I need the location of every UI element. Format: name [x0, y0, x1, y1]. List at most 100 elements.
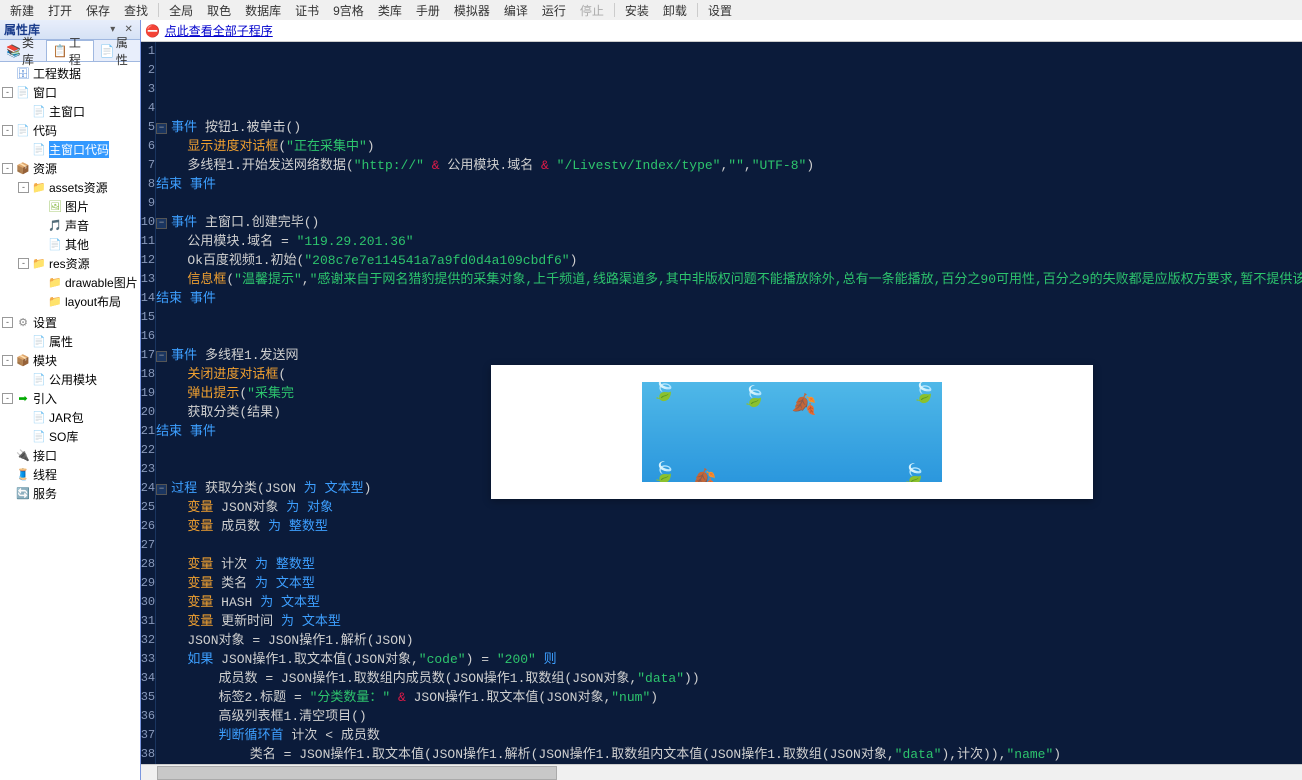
toolbar-item-查找[interactable]: 查找 — [118, 0, 154, 21]
tree-expander-icon[interactable]: - — [2, 355, 13, 366]
tree-expander-icon[interactable]: - — [2, 317, 13, 328]
line-number: 13 — [141, 270, 156, 289]
fold-icon[interactable]: − — [156, 218, 167, 229]
tree-icon: 📄 — [31, 411, 47, 425]
toolbar-item-新建[interactable]: 新建 — [4, 0, 40, 21]
tree-node-声音[interactable]: 🎵声音 — [2, 216, 138, 235]
tree-node-drawable图片[interactable]: 📁drawable图片 — [2, 273, 138, 292]
code-line[interactable] — [156, 308, 1302, 327]
code-line[interactable] — [156, 99, 1302, 118]
code-line[interactable]: 结束 事件 — [156, 289, 1302, 308]
code-line[interactable]: −事件 主窗口.创建完毕() — [156, 213, 1302, 232]
code-line[interactable]: 信息框("温馨提示","感谢来自于网名猎豹提供的采集对象,上千频道,线路渠道多,… — [156, 270, 1302, 289]
fold-icon[interactable]: − — [156, 123, 167, 134]
sidebar-tab-属性[interactable]: 📄属性 — [94, 40, 140, 61]
fold-icon[interactable]: − — [156, 351, 167, 362]
tree-node-图片[interactable]: 🖼图片 — [2, 197, 138, 216]
code-line[interactable]: −事件 按钮1.被单击() — [156, 118, 1302, 137]
tree-node-设置[interactable]: -⚙设置 — [2, 313, 138, 332]
toolbar-item-卸载[interactable]: 卸载 — [657, 0, 693, 21]
code-line[interactable]: 结束 事件 — [156, 175, 1302, 194]
code-line[interactable]: 公用模块.域名 = "119.29.201.36" — [156, 232, 1302, 251]
toolbar-item-设置[interactable]: 设置 — [702, 0, 738, 21]
line-number: 20 — [141, 403, 156, 422]
tree-node-窗口[interactable]: -📄窗口 — [2, 83, 138, 102]
code-line[interactable] — [156, 536, 1302, 555]
code-line[interactable] — [156, 42, 1302, 61]
sidebar-tab-类库[interactable]: 📚类库 — [0, 40, 46, 61]
code-line[interactable]: 变量 HASH 为 文本型 — [156, 593, 1302, 612]
code-line[interactable]: Ok百度视频1.初始("208c7e7e114541a7a9fd0d4a109c… — [156, 251, 1302, 270]
code-line[interactable]: 类名 = JSON操作1.取文本值(JSON操作1.解析(JSON操作1.取数组… — [156, 745, 1302, 764]
toolbar-item-取色[interactable]: 取色 — [201, 0, 237, 21]
code-line[interactable]: 如果 JSON操作1.取文本值(JSON对象,"code") = "200" 则 — [156, 650, 1302, 669]
horizontal-scrollbar[interactable] — [141, 764, 1302, 780]
toolbar-item-编译[interactable]: 编译 — [498, 0, 534, 21]
code-line[interactable]: 变量 类名 为 文本型 — [156, 574, 1302, 593]
code-line[interactable]: 高级列表框1.清空项目() — [156, 707, 1302, 726]
tree-node-其他[interactable]: 📄其他 — [2, 235, 138, 254]
tree-node-工程数据[interactable]: 🗄工程数据 — [2, 64, 138, 83]
tree-icon: 🎵 — [47, 219, 63, 233]
view-all-subs-link[interactable]: 点此查看全部子程序 — [165, 22, 273, 39]
tree-node-主窗口[interactable]: 📄主窗口 — [2, 102, 138, 121]
toolbar-item-全局[interactable]: 全局 — [163, 0, 199, 21]
tree-node-资源[interactable]: -📦资源 — [2, 159, 138, 178]
line-number: 21 — [141, 422, 156, 441]
toolbar-item-数据库[interactable]: 数据库 — [239, 0, 287, 21]
tree-node-JAR包[interactable]: 📄JAR包 — [2, 408, 138, 427]
tree-node-公用模块[interactable]: 📄公用模块 — [2, 370, 138, 389]
scrollbar-thumb[interactable] — [157, 766, 557, 780]
overlay-banner: 🍃 🍃 🍂 🍃 🍃 🍂 🍃 — [491, 365, 1093, 499]
tree-expander-icon[interactable]: - — [2, 125, 13, 136]
code-line[interactable]: 变量 成员数 为 整数型 — [156, 517, 1302, 536]
tree-node-代码[interactable]: -📄代码 — [2, 121, 138, 140]
tree-node-SO库[interactable]: 📄SO库 — [2, 427, 138, 446]
tree-node-线程[interactable]: 🧵线程 — [2, 465, 138, 484]
code-line[interactable]: 标签2.标题 = "分类数量：" & JSON操作1.取文本值(JSON对象,"… — [156, 688, 1302, 707]
toolbar-item-手册[interactable]: 手册 — [410, 0, 446, 21]
line-number: 7 — [141, 156, 156, 175]
tree-node-属性[interactable]: 📄属性 — [2, 332, 138, 351]
code-line[interactable]: JSON对象 = JSON操作1.解析(JSON) — [156, 631, 1302, 650]
code-line[interactable]: 成员数 = JSON操作1.取数组内成员数(JSON操作1.取数组(JSON对象… — [156, 669, 1302, 688]
toolbar-item-9宫格[interactable]: 9宫格 — [327, 0, 370, 21]
tree-expander-icon[interactable]: - — [18, 258, 29, 269]
tree-node-主窗口代码[interactable]: 📄主窗口代码 — [2, 140, 138, 159]
code-line[interactable] — [156, 80, 1302, 99]
line-number: 37 — [141, 726, 156, 745]
tree-node-res资源[interactable]: -📁res资源 — [2, 254, 138, 273]
sidebar: 属性库 ▾ ✕ 📚类库📋工程📄属性 🗄工程数据-📄窗口📄主窗口-📄代码📄主窗口代… — [0, 20, 141, 780]
toolbar-item-安装[interactable]: 安装 — [619, 0, 655, 21]
tree-node-assets资源[interactable]: -📁assets资源 — [2, 178, 138, 197]
toolbar-item-证书[interactable]: 证书 — [289, 0, 325, 21]
tree-expander-icon[interactable]: - — [2, 163, 13, 174]
toolbar-item-打开[interactable]: 打开 — [42, 0, 78, 21]
tree-node-服务[interactable]: 🔄服务 — [2, 484, 138, 503]
tree-node-layout布局[interactable]: 📁layout布局 — [2, 292, 138, 311]
code-line[interactable]: 判断循环首 计次 < 成员数 — [156, 726, 1302, 745]
code-line[interactable] — [156, 327, 1302, 346]
sidebar-tab-工程[interactable]: 📋工程 — [46, 40, 94, 61]
code-editor[interactable]: 12345−事件 按钮1.被单击()6 显示进度对话框("正在采集中")7 多线… — [141, 42, 1302, 764]
code-line[interactable] — [156, 194, 1302, 213]
toolbar-item-类库[interactable]: 类库 — [372, 0, 408, 21]
code-line[interactable] — [156, 61, 1302, 80]
code-line[interactable]: 多线程1.开始发送网络数据("http://" & 公用模块.域名 & "/Li… — [156, 156, 1302, 175]
code-line[interactable]: 显示进度对话框("正在采集中") — [156, 137, 1302, 156]
toolbar-item-模拟器[interactable]: 模拟器 — [448, 0, 496, 21]
toolbar-item-运行[interactable]: 运行 — [536, 0, 572, 21]
code-line[interactable]: 变量 JSON对象 为 对象 — [156, 498, 1302, 517]
tree-icon: 🔄 — [15, 487, 31, 501]
tree-expander-icon[interactable]: - — [18, 182, 29, 193]
tree-expander-icon[interactable]: - — [2, 87, 13, 98]
fold-icon[interactable]: − — [156, 484, 167, 495]
tree-node-模块[interactable]: -📦模块 — [2, 351, 138, 370]
tree-node-引入[interactable]: -➡引入 — [2, 389, 138, 408]
code-line[interactable]: −事件 多线程1.发送网 — [156, 346, 1302, 365]
code-line[interactable]: 变量 更新时间 为 文本型 — [156, 612, 1302, 631]
tree-expander-icon[interactable]: - — [2, 393, 13, 404]
code-line[interactable]: 变量 计次 为 整数型 — [156, 555, 1302, 574]
toolbar-item-保存[interactable]: 保存 — [80, 0, 116, 21]
tree-node-接口[interactable]: 🔌接口 — [2, 446, 138, 465]
